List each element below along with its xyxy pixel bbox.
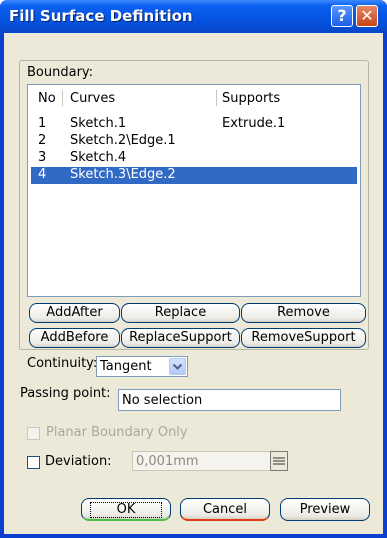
boundary-row[interactable]: 1 Sketch.1 Extrude.1 [31,116,357,133]
boundary-row-selected[interactable]: 4 Sketch.3\Edge.2 [31,167,357,184]
row-support: Extrude.1 [222,116,286,131]
close-icon: ✕ [360,6,374,25]
column-header-no[interactable]: No [38,91,56,106]
passing-point-value: No selection [122,393,203,408]
continuity-select[interactable]: Tangent [96,356,188,377]
column-separator [62,90,63,106]
boundary-row[interactable]: 3 Sketch.4 [31,150,357,167]
continuity-label: Continuity: [27,356,98,371]
row-number: 1 [38,116,47,131]
row-number: 3 [38,150,47,165]
row-curve: Sketch.3\Edge.2 [70,167,176,182]
help-button[interactable]: ? [331,5,353,27]
deviation-input[interactable]: 0,001mm [132,451,271,471]
row-curve: Sketch.4 [70,150,127,165]
ok-button[interactable]: OK [81,498,171,521]
row-number: 2 [38,133,47,148]
boundary-row[interactable]: 2 Sketch.2\Edge.1 [31,133,357,150]
planar-boundary-label: Planar Boundary Only [46,425,188,440]
planar-boundary-checkbox[interactable] [27,427,40,440]
add-before-button[interactable]: AddBefore [29,328,120,348]
chevron-down-icon[interactable] [169,358,186,375]
title-bar[interactable]: Fill Surface Definition ? ✕ [0,0,387,33]
row-curve: Sketch.1 [70,116,127,131]
passing-point-field[interactable]: No selection [118,389,341,411]
deviation-value: 0,001mm [136,454,199,469]
column-header-curves[interactable]: Curves [70,91,115,106]
remove-button[interactable]: Remove [241,303,366,323]
ok-button-label: OK [89,502,163,518]
deviation-spinner[interactable] [270,451,288,471]
column-separator [216,90,217,106]
boundary-list[interactable]: No Curves Supports 1 Sketch.1 Extrude.1 … [27,84,361,297]
replace-support-button[interactable]: ReplaceSupport [121,328,240,348]
help-icon: ? [337,6,347,25]
deviation-checkbox[interactable] [27,456,40,469]
row-number: 4 [38,167,47,182]
deviation-label: Deviation: [45,454,112,469]
continuity-value: Tangent [100,359,152,374]
remove-support-button[interactable]: RemoveSupport [241,328,366,348]
row-curve: Sketch.2\Edge.1 [70,133,176,148]
spin-arrows-icon [273,457,285,465]
boundary-label: Boundary: [27,65,94,80]
dialog-title: Fill Surface Definition [9,7,193,25]
close-button[interactable]: ✕ [356,5,378,27]
preview-button[interactable]: Preview [280,498,370,521]
cancel-button[interactable]: Cancel [180,498,270,521]
passing-point-label: Passing point: [20,386,111,401]
column-header-supports[interactable]: Supports [222,91,280,106]
replace-button[interactable]: Replace [121,303,240,323]
add-after-button[interactable]: AddAfter [29,303,120,323]
